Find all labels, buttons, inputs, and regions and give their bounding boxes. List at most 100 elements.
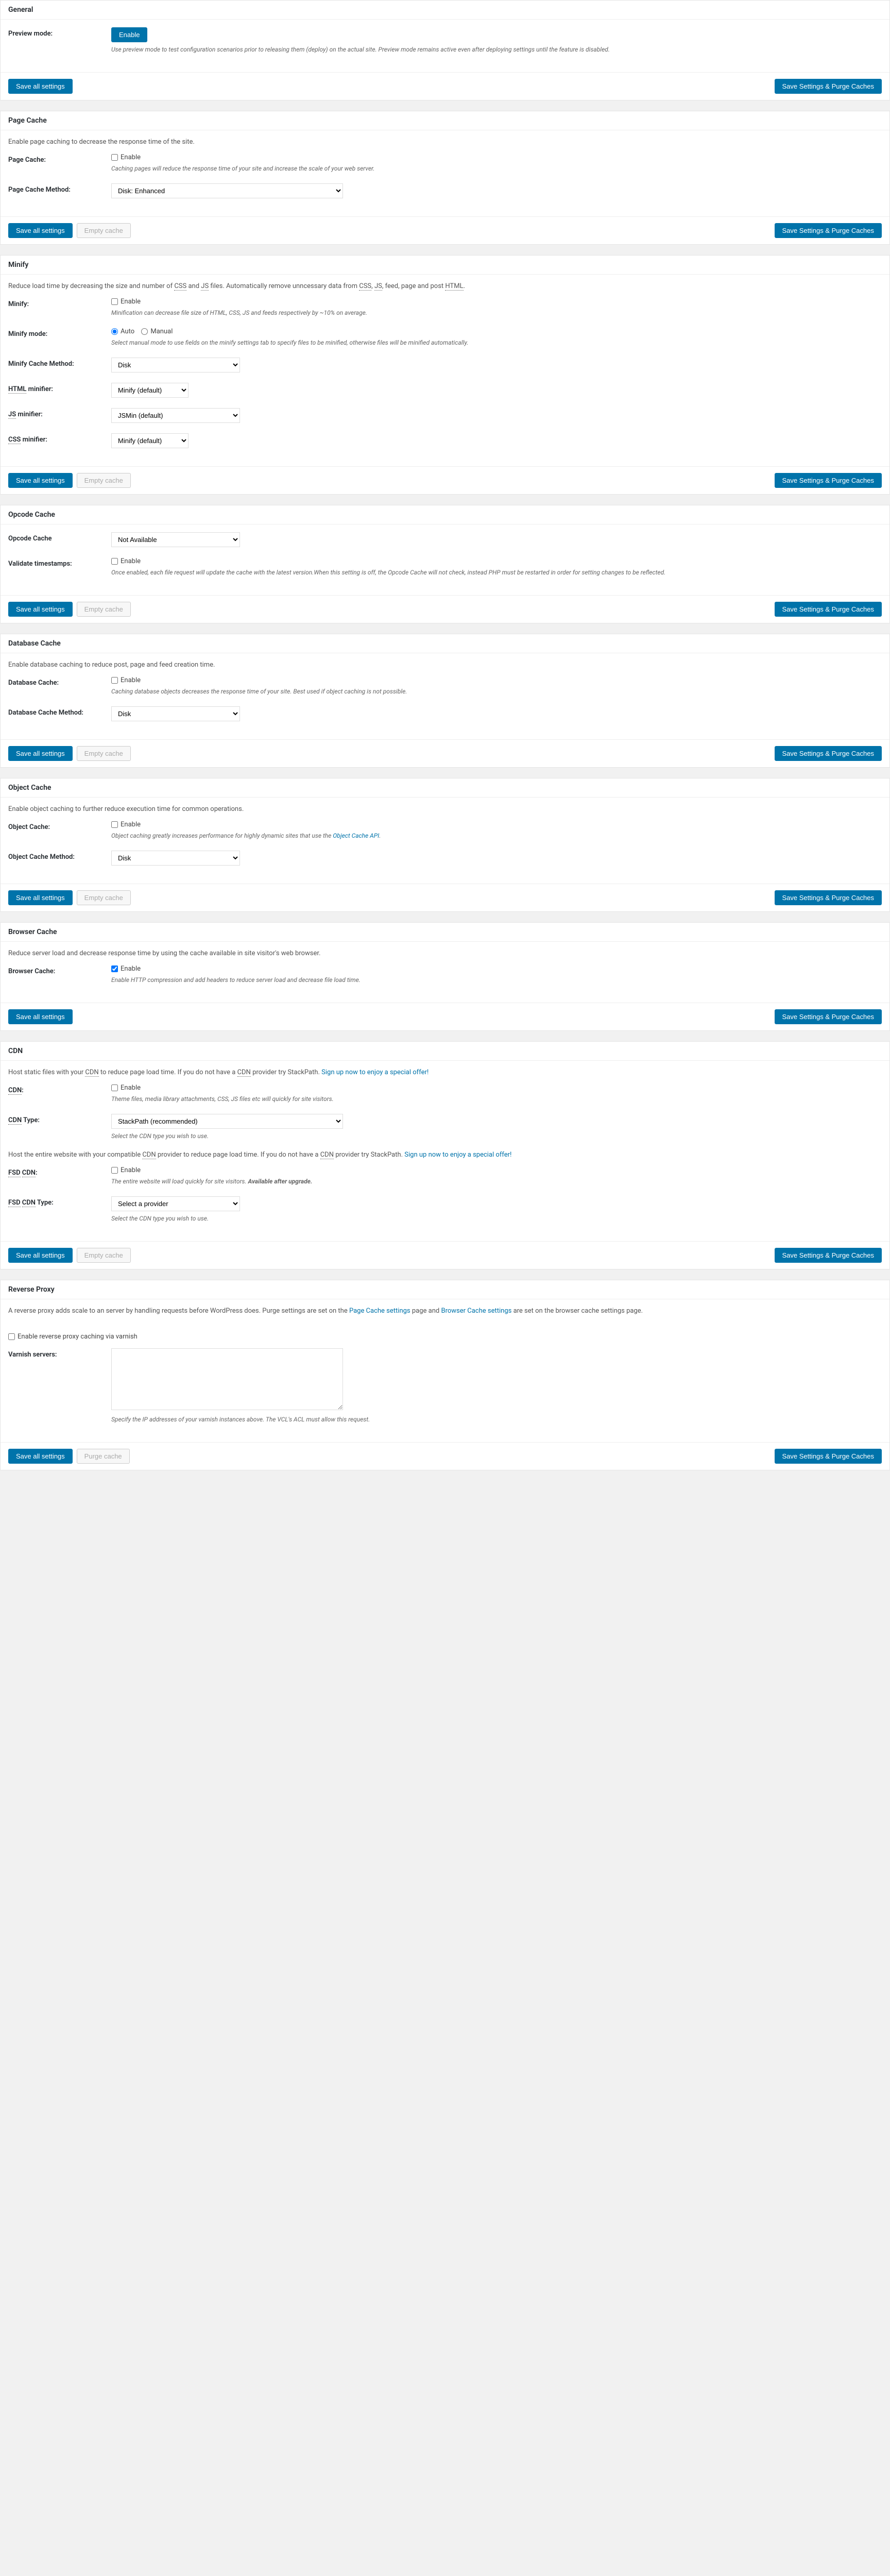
save-purge-button[interactable]: Save Settings & Purge Caches xyxy=(775,473,882,488)
validate-desc: Once enabled, each file request will upd… xyxy=(111,568,882,577)
save-all-button[interactable]: Save all settings xyxy=(8,1449,73,1464)
panel-cdn: CDN Host static files with your CDN to r… xyxy=(0,1041,890,1269)
save-all-button[interactable]: Save all settings xyxy=(8,1248,73,1263)
varnish-desc: Specify the IP addresses of your varnish… xyxy=(111,1415,882,1424)
page-cache-label: Page Cache: xyxy=(8,154,111,164)
panel-reverse-proxy: Reverse Proxy A reverse proxy adds scale… xyxy=(0,1280,890,1470)
save-purge-button[interactable]: Save Settings & Purge Caches xyxy=(775,602,882,617)
save-all-button[interactable]: Save all settings xyxy=(8,890,73,905)
empty-cache-button[interactable]: Empty cache xyxy=(77,223,131,238)
css-minifier-label: CSS minifier: xyxy=(8,433,111,444)
save-purge-button[interactable]: Save Settings & Purge Caches xyxy=(775,746,882,761)
panel-title: Minify xyxy=(1,256,889,275)
save-purge-button[interactable]: Save Settings & Purge Caches xyxy=(775,1449,882,1464)
panel-title: Database Cache xyxy=(1,634,889,653)
obj-cache-method-select[interactable]: Disk xyxy=(111,851,240,866)
empty-cache-button[interactable]: Empty cache xyxy=(77,746,131,761)
page-cache-method-select[interactable]: Disk: Enhanced xyxy=(111,183,343,198)
cdn-type-desc: Select the CDN type you wish to use. xyxy=(111,1131,882,1141)
empty-cache-button[interactable]: Empty cache xyxy=(77,602,131,617)
panel-title: Object Cache xyxy=(1,778,889,798)
save-purge-button[interactable]: Save Settings & Purge Caches xyxy=(775,890,882,905)
obj-cache-method-label: Object Cache Method: xyxy=(8,851,111,861)
empty-cache-button[interactable]: Empty cache xyxy=(77,473,131,488)
varnish-servers-textarea[interactable] xyxy=(111,1348,343,1410)
save-purge-button[interactable]: Save Settings & Purge Caches xyxy=(775,79,882,94)
cdn-desc: Theme files, media library attachments, … xyxy=(111,1094,882,1104)
empty-cache-button[interactable]: Empty cache xyxy=(77,1248,131,1263)
db-cache-enable[interactable]: Enable xyxy=(111,676,141,684)
fsd-cdn-enable[interactable]: Enable xyxy=(111,1166,141,1174)
page-cache-desc: Caching pages will reduce the response t… xyxy=(111,164,882,173)
save-purge-button[interactable]: Save Settings & Purge Caches xyxy=(775,223,882,238)
minify-cache-method-select[interactable]: Disk xyxy=(111,358,240,372)
fsd-cdn-checkbox[interactable] xyxy=(111,1167,118,1174)
db-cache-intro: Enable database caching to reduce post, … xyxy=(8,661,882,669)
minify-mode-label: Minify mode: xyxy=(8,328,111,338)
save-all-button[interactable]: Save all settings xyxy=(8,1009,73,1024)
validate-timestamps-label: Validate timestamps: xyxy=(8,557,111,568)
purge-cache-button[interactable]: Purge cache xyxy=(77,1449,130,1464)
fsd-signup-link[interactable]: Sign up now to enjoy a special offer! xyxy=(404,1151,511,1159)
browser-cache-intro: Reduce server load and decrease response… xyxy=(8,950,882,957)
opcode-cache-select[interactable]: Not Available xyxy=(111,532,240,547)
enable-preview-button[interactable]: Enable xyxy=(111,27,147,42)
minify-checkbox[interactable] xyxy=(111,298,118,305)
panel-page-cache: Page Cache Enable page caching to decrea… xyxy=(0,111,890,245)
reverse-proxy-enable[interactable]: Enable reverse proxy caching via varnish xyxy=(8,1333,138,1341)
save-all-button[interactable]: Save all settings xyxy=(8,79,73,94)
panel-db-cache: Database Cache Enable database caching t… xyxy=(0,634,890,768)
cdn-signup-link[interactable]: Sign up now to enjoy a special offer! xyxy=(321,1069,429,1076)
minify-mode-manual[interactable]: Manual xyxy=(141,328,173,335)
save-all-button[interactable]: Save all settings xyxy=(8,473,73,488)
empty-cache-button[interactable]: Empty cache xyxy=(77,890,131,905)
page-cache-enable[interactable]: Enable xyxy=(111,154,141,161)
minify-mode-auto[interactable]: Auto xyxy=(111,328,134,335)
obj-cache-enable[interactable]: Enable xyxy=(111,821,141,828)
minify-manual-radio[interactable] xyxy=(141,328,148,335)
cdn-checkbox[interactable] xyxy=(111,1084,118,1091)
save-purge-button[interactable]: Save Settings & Purge Caches xyxy=(775,1009,882,1024)
cdn-type-select[interactable]: StackPath (recommended) xyxy=(111,1114,343,1129)
page-cache-settings-link[interactable]: Page Cache settings xyxy=(349,1307,410,1315)
obj-cache-checkbox[interactable] xyxy=(111,821,118,828)
page-cache-method-label: Page Cache Method: xyxy=(8,183,111,194)
page-cache-intro: Enable page caching to decrease the resp… xyxy=(8,138,882,146)
object-cache-api-link[interactable]: Object Cache API xyxy=(333,832,379,839)
cdn-label: CDN: xyxy=(8,1084,111,1094)
html-minifier-select[interactable]: Minify (default) xyxy=(111,383,189,398)
browser-cache-checkbox[interactable] xyxy=(111,965,118,972)
save-purge-button[interactable]: Save Settings & Purge Caches xyxy=(775,1248,882,1263)
browser-cache-settings-link[interactable]: Browser Cache settings xyxy=(441,1307,511,1315)
db-cache-label: Database Cache: xyxy=(8,676,111,687)
page-cache-checkbox[interactable] xyxy=(111,154,118,161)
css-minifier-select[interactable]: Minify (default) xyxy=(111,433,189,448)
js-minifier-select[interactable]: JSMin (default) xyxy=(111,408,240,423)
browser-cache-enable[interactable]: Enable xyxy=(111,965,141,973)
save-all-button[interactable]: Save all settings xyxy=(8,602,73,617)
reverse-proxy-checkbox[interactable] xyxy=(8,1333,15,1340)
cdn-enable[interactable]: Enable xyxy=(111,1084,141,1092)
browser-cache-desc: Enable HTTP compression and add headers … xyxy=(111,975,882,985)
minify-auto-radio[interactable] xyxy=(111,328,118,335)
fsd-cdn-label: FSD CDN: xyxy=(8,1166,111,1177)
minify-cache-method-label: Minify Cache Method: xyxy=(8,358,111,368)
db-cache-method-select[interactable]: Disk xyxy=(111,706,240,721)
fsd-cdn-type-select[interactable]: Select a provider xyxy=(111,1196,240,1211)
panel-title: Page Cache xyxy=(1,111,889,130)
panel-title: CDN xyxy=(1,1042,889,1061)
minify-enable[interactable]: Enable xyxy=(111,298,141,306)
js-minifier-label: JS minifier: xyxy=(8,408,111,418)
db-cache-method-label: Database Cache Method: xyxy=(8,706,111,717)
browser-cache-label: Browser Cache: xyxy=(8,965,111,975)
obj-cache-desc: Object caching greatly increases perform… xyxy=(111,831,882,840)
html-minifier-label: HTML minifier: xyxy=(8,383,111,393)
reverse-proxy-intro: A reverse proxy adds scale to an server … xyxy=(8,1307,882,1315)
save-all-button[interactable]: Save all settings xyxy=(8,746,73,761)
panel-general: General Preview mode: Enable Use preview… xyxy=(0,0,890,100)
save-all-button[interactable]: Save all settings xyxy=(8,223,73,238)
db-cache-checkbox[interactable] xyxy=(111,677,118,684)
validate-enable[interactable]: Enable xyxy=(111,557,141,565)
panel-obj-cache: Object Cache Enable object caching to fu… xyxy=(0,778,890,912)
validate-checkbox[interactable] xyxy=(111,558,118,565)
